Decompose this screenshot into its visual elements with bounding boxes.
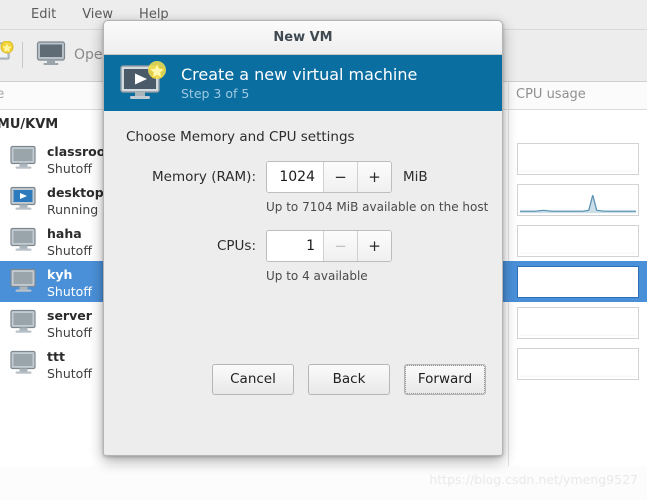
banner-text: Create a new virtual machine Step 3 of 5 <box>181 65 417 102</box>
connection-group-label: EMU/KVM <box>0 117 58 132</box>
vm-shutoff-icon <box>10 309 37 335</box>
column-header-name[interactable]: ne <box>0 87 4 102</box>
vm-item-state: Shutoff <box>47 324 92 342</box>
dialog-body: Choose Memory and CPU settings Memory (R… <box>104 111 502 411</box>
vm-cpu-usage-graph <box>517 225 639 257</box>
vm-cpu-usage-graph <box>517 307 639 339</box>
cpus-input[interactable]: 1 <box>267 231 323 261</box>
vm-cpu-usage-graph <box>517 266 639 298</box>
banner-step: Step 3 of 5 <box>181 85 417 102</box>
new-vm-icon[interactable] <box>0 41 14 67</box>
screen: Edit View Help <box>0 0 647 500</box>
vm-item-name: haha <box>47 226 82 241</box>
vm-shutoff-icon <box>10 145 37 171</box>
vm-item-name: server <box>47 308 92 323</box>
memory-unit-label: MiB <box>403 169 428 185</box>
new-vm-wizard-icon <box>118 61 170 105</box>
vm-item-text: kyhShutoff <box>47 264 92 301</box>
banner-title: Create a new virtual machine <box>181 65 417 85</box>
cancel-button[interactable]: Cancel <box>212 364 294 395</box>
vm-item-state: Shutoff <box>47 365 92 383</box>
memory-stepper[interactable]: 1024 − + <box>266 161 392 193</box>
dialog-titlebar[interactable]: New VM <box>104 21 502 55</box>
back-button-label: Back <box>333 371 366 387</box>
dialog-footer: Cancel Back Forward <box>104 347 502 411</box>
vm-item-name: desktop <box>47 185 104 200</box>
dialog-title: New VM <box>273 30 332 45</box>
cpus-hint: Up to 4 available <box>266 269 480 283</box>
memory-input[interactable]: 1024 <box>267 162 323 192</box>
vm-item-text: desktopRunning <box>47 182 104 219</box>
field-gap <box>126 214 480 230</box>
cpus-decrement-button: − <box>323 231 357 261</box>
vm-shutoff-icon <box>10 227 37 253</box>
cpus-field-row: CPUs: 1 − + <box>126 230 480 262</box>
vm-item-name: kyh <box>47 267 72 282</box>
cpus-stepper[interactable]: 1 − + <box>266 230 392 262</box>
vm-cpu-usage-graph <box>517 348 639 380</box>
new-vm-dialog: New VM Create a new virtual machine Step… <box>103 20 503 456</box>
memory-field-row: Memory (RAM): 1024 − + MiB <box>126 161 480 193</box>
watermark: https://blog.csdn.net/ymeng9527 <box>429 472 638 487</box>
vm-shutoff-icon <box>10 350 37 376</box>
memory-label: Memory (RAM): <box>126 169 266 185</box>
cpus-label: CPUs: <box>126 238 266 254</box>
forward-button[interactable]: Forward <box>404 364 486 395</box>
back-button[interactable]: Back <box>308 364 390 395</box>
vm-item-text: tttShutoff <box>47 346 92 383</box>
open-button[interactable]: Open <box>36 40 111 70</box>
menu-edit[interactable]: Edit <box>18 0 69 30</box>
vm-item-text: hahaShutoff <box>47 223 92 260</box>
vm-cpu-usage-graph <box>517 184 639 216</box>
memory-hint: Up to 7104 MiB available on the host <box>266 200 480 214</box>
column-header-cpu-usage[interactable]: CPU usage <box>516 87 586 102</box>
toolbar-separator <box>22 42 23 68</box>
vm-item-state: Shutoff <box>47 283 92 301</box>
vm-item-name: ttt <box>47 349 65 364</box>
dialog-banner: Create a new virtual machine Step 3 of 5 <box>104 55 502 111</box>
memory-increment-button[interactable]: + <box>357 162 391 192</box>
vm-cpu-usage-graph <box>517 143 639 175</box>
cpus-increment-button[interactable]: + <box>357 231 391 261</box>
vm-shutoff-icon <box>10 268 37 294</box>
cancel-button-label: Cancel <box>230 371 276 387</box>
monitor-icon <box>36 40 66 70</box>
vm-running-icon <box>10 186 37 212</box>
forward-button-label: Forward <box>405 365 485 394</box>
vm-item-text: serverShutoff <box>47 305 92 342</box>
section-title: Choose Memory and CPU settings <box>126 129 480 145</box>
vm-item-state: Running <box>47 201 104 219</box>
memory-decrement-button[interactable]: − <box>323 162 357 192</box>
vm-item-state: Shutoff <box>47 242 92 260</box>
